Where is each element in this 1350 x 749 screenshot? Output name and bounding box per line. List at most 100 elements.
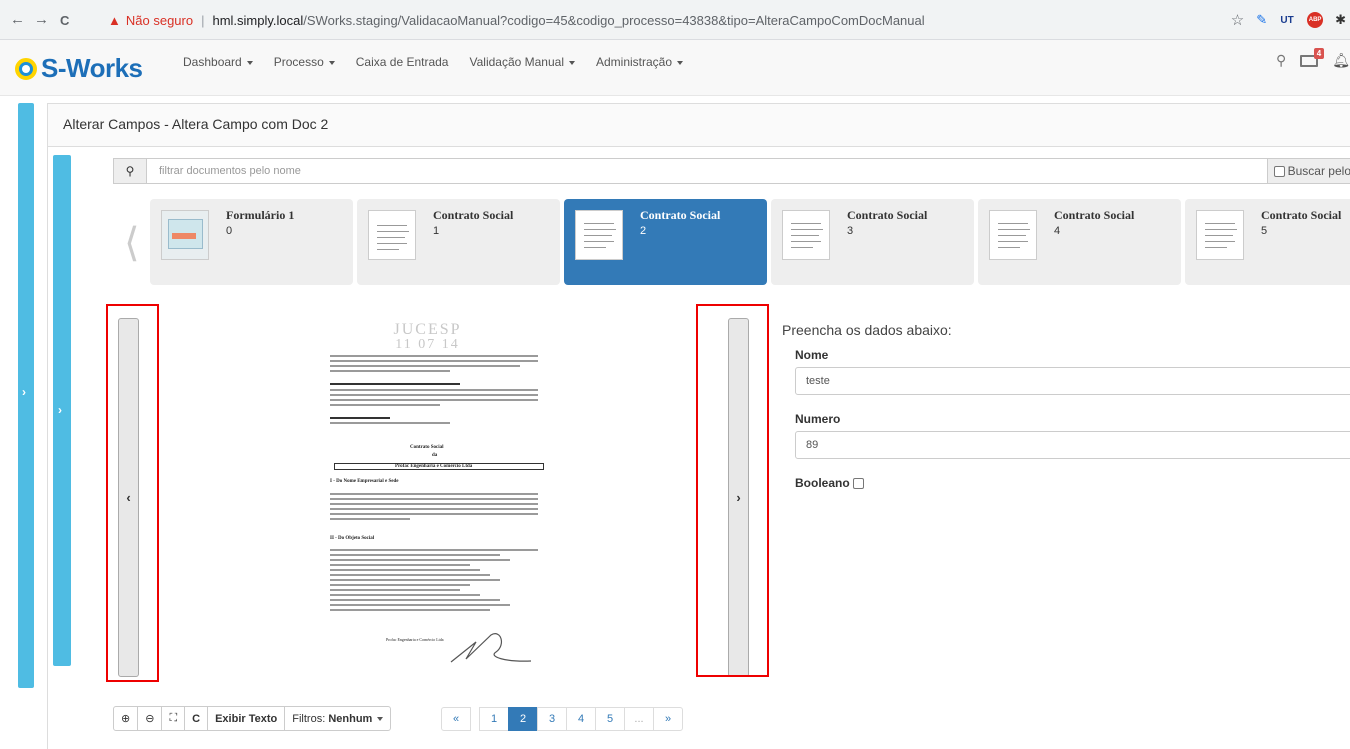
caret-down-icon <box>377 716 384 721</box>
document-thumbnail <box>1196 210 1244 260</box>
page-button-current[interactable]: 2 <box>508 707 538 731</box>
search-icon: ⚲ <box>113 158 147 184</box>
menu-validacao-manual[interactable]: Validação Manual <box>469 55 586 69</box>
numero-input[interactable] <box>795 431 1350 459</box>
page-title: Alterar Campos - Altera Campo com Doc 2 <box>63 116 329 132</box>
document-card[interactable]: Contrato Social 3 <box>771 199 974 285</box>
search-option-label: Buscar pelo <box>1287 164 1350 178</box>
menu-administracao[interactable]: Administração <box>596 55 694 69</box>
rotate-button[interactable]: C <box>184 706 209 731</box>
field-label-nome: Nome <box>795 348 829 362</box>
chevron-right-icon: › <box>58 403 62 417</box>
menu-caixa-de-entrada[interactable]: Caixa de Entrada <box>356 55 460 69</box>
document-search: ⚲ Buscar pelo <box>113 158 1350 184</box>
zoom-out-button[interactable]: ⊖ <box>137 706 163 731</box>
document-index: 5 <box>1261 225 1268 237</box>
booleano-checkbox[interactable] <box>852 477 864 489</box>
document-index: 4 <box>1054 225 1061 237</box>
sidebar-toggle[interactable]: › <box>18 103 34 688</box>
document-thumbnail <box>575 210 623 260</box>
address-bar[interactable]: ▲ Não seguro | hml.simply.local /SWorks.… <box>108 6 1248 34</box>
caret-down-icon <box>569 60 575 65</box>
back-icon[interactable]: ← <box>10 11 25 28</box>
ut-extension-icon[interactable]: UT <box>1279 12 1295 28</box>
fit-screen-button[interactable]: ⛶ <box>161 706 186 731</box>
page-button[interactable]: 1 <box>479 707 509 731</box>
document-name: Contrato Social <box>433 208 514 222</box>
document-name: Contrato Social <box>1054 208 1135 222</box>
filters-dropdown[interactable]: Filtros: Nenhum <box>284 706 392 731</box>
signature-image <box>450 633 532 663</box>
document-card[interactable]: Formulário 1 0 <box>150 199 353 285</box>
search-option[interactable]: Buscar pelo <box>1267 158 1350 184</box>
highlight-box-left <box>106 304 159 682</box>
reload-icon[interactable]: C <box>60 13 69 28</box>
document-index: 2 <box>640 225 647 237</box>
extensions-puzzle-icon[interactable]: ✱ <box>1335 12 1346 28</box>
inbox-icon[interactable]: 4 <box>1300 47 1325 67</box>
extension-bar: ☆ ✎ UT ABP ✱ <box>1231 11 1346 29</box>
notification-badge: 4 <box>1313 47 1325 59</box>
document-name: Contrato Social <box>1261 208 1342 222</box>
document-thumbnail <box>368 210 416 260</box>
document-name: Formulário 1 <box>226 208 295 222</box>
menu-dashboard[interactable]: Dashboard <box>183 55 264 69</box>
carousel-prev-icon[interactable]: ⟨ <box>124 220 140 266</box>
document-index: 1 <box>433 225 440 237</box>
brand[interactable]: S-Works <box>15 53 143 84</box>
document-card-active[interactable]: Contrato Social 2 <box>564 199 767 285</box>
url-host: hml.simply.local <box>212 12 304 28</box>
filters-label: Filtros: <box>292 712 326 725</box>
page-button[interactable]: 5 <box>595 707 625 731</box>
field-label-booleano: Booleano <box>795 476 850 490</box>
search-option-checkbox[interactable] <box>1273 165 1285 177</box>
document-name: Contrato Social <box>640 208 721 222</box>
page-ellipsis: ... <box>624 707 654 731</box>
document-index: 3 <box>847 225 854 237</box>
caret-down-icon <box>246 60 253 65</box>
page-first-button[interactable]: « <box>441 707 471 731</box>
document-filter-input[interactable] <box>147 158 1268 184</box>
page-button[interactable]: 4 <box>566 707 596 731</box>
app-navbar: S-Works Dashboard Processo Caixa de Entr… <box>0 40 1350 96</box>
document-page-image: JUCESP 11 07 14 Contrato Social da Profa… <box>306 315 549 675</box>
pen-extension-icon[interactable]: ✎ <box>1256 12 1267 28</box>
page-footer: Profac Engenharia e Comércio Ltda <box>386 637 444 642</box>
url-separator: | <box>201 12 205 28</box>
pagination: « 1 2 3 4 5 ... » <box>441 707 683 731</box>
panel-header: Alterar Campos - Altera Campo com Doc 2 <box>47 103 1350 147</box>
page-heading-box: Profac Engenharia e Comércio Ltda <box>334 463 544 470</box>
security-status[interactable]: Não seguro <box>126 13 193 28</box>
document-card[interactable]: Contrato Social 1 <box>357 199 560 285</box>
page-stamp-date: 11 07 14 <box>395 337 460 352</box>
url-path: /SWorks.staging/ValidacaoManual?codigo=4… <box>303 12 925 28</box>
nome-input[interactable] <box>795 367 1350 395</box>
navbar-right: ⚲ 4 🔔︎ <box>1276 47 1350 69</box>
brand-logo-icon <box>15 57 37 80</box>
chevron-right-icon: › <box>22 385 26 399</box>
caret-down-icon <box>328 60 335 65</box>
page-button[interactable]: 3 <box>537 707 567 731</box>
menu-processo[interactable]: Processo <box>274 55 346 69</box>
document-card[interactable]: Contrato Social 4 <box>978 199 1181 285</box>
bookmark-star-icon[interactable]: ☆ <box>1231 11 1244 29</box>
document-thumbnail <box>782 210 830 260</box>
browser-toolbar: ← → C ▲ Não seguro | hml.simply.local /S… <box>0 0 1350 40</box>
zoom-in-button[interactable]: ⊕ <box>113 706 139 731</box>
form-title: Preencha os dados abaixo: <box>782 322 952 338</box>
abp-extension-icon[interactable]: ABP <box>1307 12 1324 28</box>
search-icon[interactable]: ⚲ <box>1276 52 1286 69</box>
bell-icon[interactable]: 🔔︎ <box>1332 52 1350 69</box>
document-panel-toggle[interactable]: › <box>53 155 71 666</box>
document-card[interactable]: Contrato Social 5 <box>1185 199 1350 285</box>
field-label-numero: Numero <box>795 412 841 426</box>
booleano-field: Booleano <box>795 476 864 490</box>
panel-border <box>47 146 48 749</box>
filters-value: Nenhum <box>328 712 373 725</box>
show-text-button[interactable]: Exibir Texto <box>207 706 286 731</box>
document-thumbnail <box>989 210 1037 260</box>
caret-down-icon <box>677 60 684 65</box>
page-heading-company: Profac Engenharia e Comércio Ltda <box>395 464 473 469</box>
forward-icon[interactable]: → <box>34 11 49 28</box>
page-last-button[interactable]: » <box>653 707 683 731</box>
